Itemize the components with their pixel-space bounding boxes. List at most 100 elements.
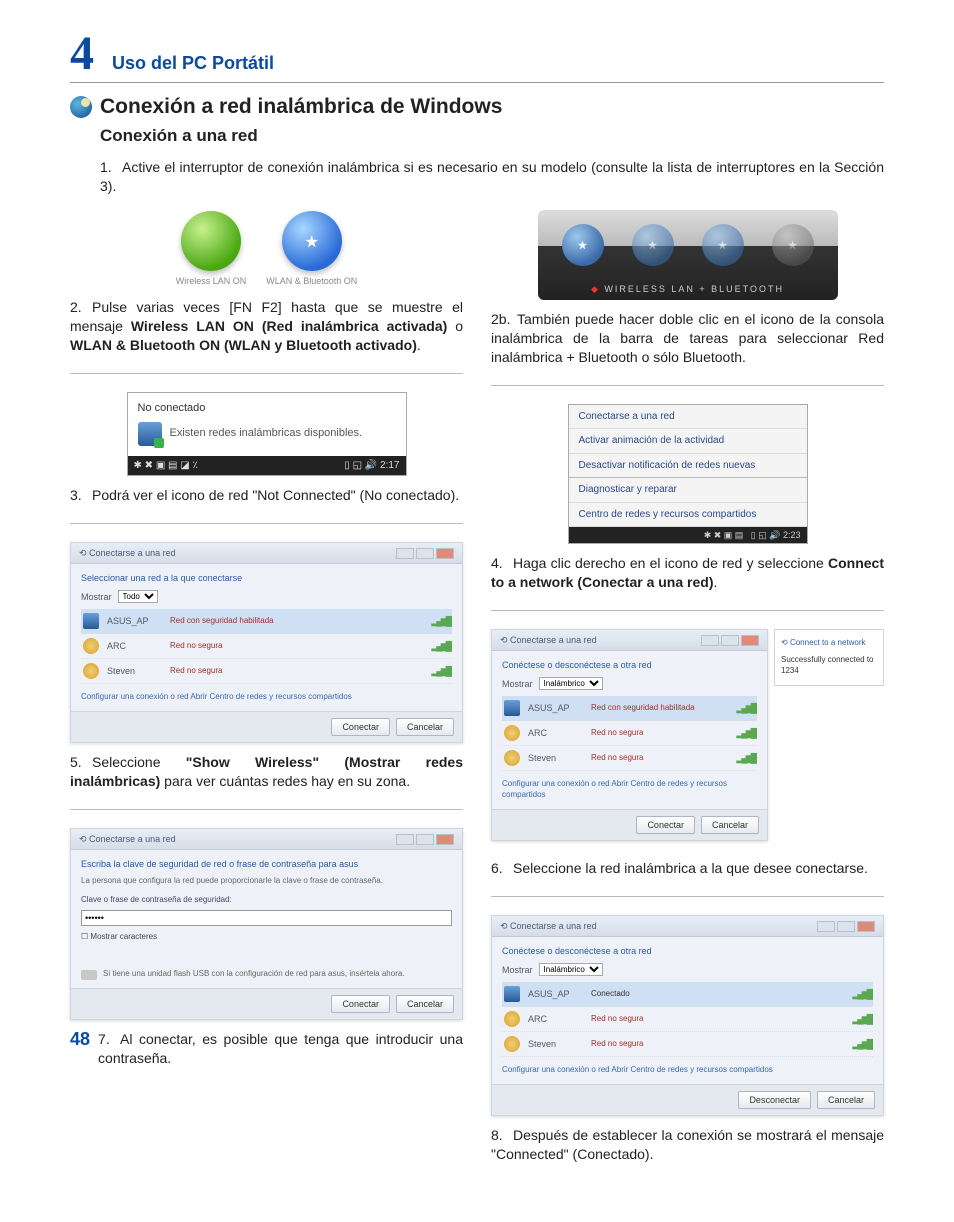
balloon-title: ⟲ Connect to a network bbox=[781, 638, 877, 649]
step-1-text: Active el interruptor de conexión inalám… bbox=[100, 159, 884, 194]
network-row[interactable]: ASUS_APRed con seguridad habilitada▂▄▆█ bbox=[502, 696, 757, 721]
signal-icon: ▂▄▆█ bbox=[431, 665, 450, 677]
window-buttons[interactable] bbox=[817, 921, 875, 932]
step-2b-block: ⋆ ⋆ ⋆ ⋆ WIRELESS LAN + BLUETOOTH 2b.Tamb… bbox=[491, 210, 884, 367]
step-2-bold2: WLAN & Bluetooth ON (WLAN y Bluetooth ac… bbox=[70, 337, 417, 353]
password-input[interactable] bbox=[81, 910, 452, 926]
net-security: Red no segura bbox=[591, 1039, 844, 1050]
signal-icon: ▂▄▆█ bbox=[736, 727, 755, 739]
wifi-off-icon: ⋆ bbox=[632, 224, 674, 266]
password-window: ⟲ Conectarse a una red Escriba la clave … bbox=[70, 828, 463, 1020]
show-chars-checkbox[interactable]: ☐ Mostrar caracteres bbox=[81, 932, 452, 943]
win-title: ⟲ Conectarse a una red bbox=[500, 634, 597, 646]
menu-item[interactable]: Activar animación de la actividad bbox=[569, 429, 807, 454]
wifi-bt-icon: ⋆ bbox=[562, 224, 604, 266]
step-4-block: Conectarse a una red Activar animación d… bbox=[491, 404, 884, 592]
network-row[interactable]: StevenRed no segura▂▄▆█ bbox=[502, 1032, 873, 1057]
step-2-mid: o bbox=[447, 318, 463, 334]
net-security: Red no segura bbox=[170, 641, 423, 652]
step-5-pre: Seleccione bbox=[92, 754, 186, 770]
wireless-lan-on-image: Wireless LAN ON bbox=[175, 210, 248, 288]
menu-taskbar: ✱ ✖ ▣ ▤ ▯ ◱ 🔊 2:23 bbox=[569, 527, 807, 543]
network-wifi-icon bbox=[504, 1011, 520, 1027]
connect-button[interactable]: Conectar bbox=[331, 718, 390, 736]
page-number: 48 bbox=[70, 1030, 90, 1050]
network-wifi-icon bbox=[504, 1036, 520, 1052]
cancel-button[interactable]: Cancelar bbox=[701, 816, 759, 834]
step-7-text: Al conectar, es posible que tenga que in… bbox=[98, 1031, 463, 1066]
connect-button[interactable]: Conectar bbox=[331, 995, 390, 1013]
divider bbox=[70, 373, 463, 374]
globe-wireless-icon bbox=[70, 96, 92, 118]
network-list-window-step8: ⟲ Conectarse a una red Conéctese o desco… bbox=[491, 915, 884, 1116]
section-h1-text: Conexión a red inalámbrica de Windows bbox=[100, 93, 502, 121]
net-security: Red no segura bbox=[170, 666, 423, 677]
tray-title: No conectado bbox=[128, 393, 406, 418]
net-prompt: Conéctese o desconéctese a otra red bbox=[502, 945, 873, 957]
ssid: ASUS_AP bbox=[107, 615, 162, 627]
connect-button[interactable]: Conectar bbox=[636, 816, 695, 834]
balloon-msg: Successfully connected to 1234 bbox=[781, 655, 877, 677]
step-6-text-wrap: 6.Seleccione la red inalámbrica a la que… bbox=[491, 859, 884, 878]
filter-select[interactable]: Todo bbox=[118, 590, 158, 603]
filter-select[interactable]: Inalámbrico bbox=[539, 963, 603, 976]
network-tray-icon bbox=[138, 422, 162, 446]
step-6-text: Seleccione la red inalámbrica a la que d… bbox=[513, 860, 868, 876]
cancel-button[interactable]: Cancelar bbox=[396, 995, 454, 1013]
taskbar: ✱ ✖ ▣ ▤ ◪ ٪ ▯ ◱ 🔊 2:17 bbox=[128, 456, 406, 476]
net-security: Red no segura bbox=[591, 753, 728, 764]
cancel-button[interactable]: Cancelar bbox=[817, 1091, 875, 1109]
window-buttons[interactable] bbox=[396, 548, 454, 559]
divider bbox=[70, 809, 463, 810]
network-row[interactable]: Steven Red no segura ▂▄▆█ bbox=[81, 659, 452, 684]
menu-item[interactable]: Desactivar notificación de redes nuevas bbox=[569, 454, 807, 479]
win-title: ⟲ Conectarse a una red bbox=[79, 547, 176, 559]
wlan-bt-caption: WLAN & Bluetooth ON bbox=[266, 275, 357, 287]
usb-hint: Si tiene una unidad flash USB con la con… bbox=[81, 969, 452, 980]
win-title: ⟲ Conectarse a una red bbox=[500, 920, 597, 932]
disconnect-button[interactable]: Desconectar bbox=[738, 1091, 811, 1109]
net-prompt: Seleccionar una red a la que conectarse bbox=[81, 572, 452, 584]
context-menu: Conectarse a una red Activar animación d… bbox=[568, 404, 808, 545]
step-2-num: 2. bbox=[70, 298, 92, 317]
wlan-bluetooth-on-image: ⋆ WLAN & Bluetooth ON bbox=[265, 210, 358, 288]
pwd-label: Clave o frase de contraseña de seguridad… bbox=[81, 895, 452, 906]
net-status: Conectado bbox=[591, 989, 844, 1000]
step-5-num: 5. bbox=[70, 753, 92, 772]
menu-item[interactable]: Centro de redes y recursos compartidos bbox=[569, 503, 807, 528]
step-4-post: . bbox=[713, 574, 717, 590]
ssid: ARC bbox=[528, 727, 583, 739]
divider bbox=[70, 523, 463, 524]
window-buttons[interactable] bbox=[701, 635, 759, 646]
ssid: Steven bbox=[528, 752, 583, 764]
step-2b-text-wrap: 2b.También puede hacer doble clic en el … bbox=[491, 310, 884, 367]
network-links[interactable]: Configurar una conexión o red Abrir Cent… bbox=[502, 1065, 873, 1076]
tray-message: Existen redes inalámbricas disponibles. bbox=[170, 426, 363, 441]
network-links[interactable]: Configurar una conexión o red Abrir Cent… bbox=[81, 692, 452, 703]
network-row[interactable]: ASUS_APRed con seguridad habilitada▂▄▆█ bbox=[81, 609, 452, 634]
ssid: ASUS_AP bbox=[528, 988, 583, 1000]
net-security: Red no segura bbox=[591, 1014, 844, 1025]
net-security: Red no segura bbox=[591, 728, 728, 739]
cancel-button[interactable]: Cancelar bbox=[396, 718, 454, 736]
menu-item[interactable]: Diagnosticar y reparar bbox=[569, 478, 807, 503]
bt-off-icon: ⋆ bbox=[702, 224, 744, 266]
ssid: Steven bbox=[107, 665, 162, 677]
ssid: Steven bbox=[528, 1038, 583, 1050]
filter-select[interactable]: Inalámbrico bbox=[539, 677, 603, 690]
section-heading: Conexión a red inalámbrica de Windows bbox=[70, 93, 884, 121]
network-row[interactable]: ARC Red no segura ▂▄▆█ bbox=[502, 721, 757, 746]
window-buttons[interactable] bbox=[396, 834, 454, 845]
step-8-num: 8. bbox=[491, 1126, 513, 1145]
network-pc-icon bbox=[83, 613, 99, 629]
step-6-num: 6. bbox=[491, 859, 513, 878]
chapter-number: 4 bbox=[70, 30, 94, 78]
network-pc-icon bbox=[504, 986, 520, 1002]
step-2-text: 2.Pulse varias veces [FN F2] hasta que s… bbox=[70, 298, 463, 355]
network-links[interactable]: Configurar una conexión o red Abrir Cent… bbox=[502, 779, 757, 801]
menu-item[interactable]: Conectarse a una red bbox=[569, 405, 807, 430]
network-row[interactable]: ARCRed no segura▂▄▆█ bbox=[502, 1007, 873, 1032]
network-row[interactable]: ARCRed no segura▂▄▆█ bbox=[81, 634, 452, 659]
network-row[interactable]: StevenRed no segura▂▄▆█ bbox=[502, 746, 757, 771]
network-row[interactable]: ASUS_APConectado▂▄▆█ bbox=[502, 982, 873, 1007]
